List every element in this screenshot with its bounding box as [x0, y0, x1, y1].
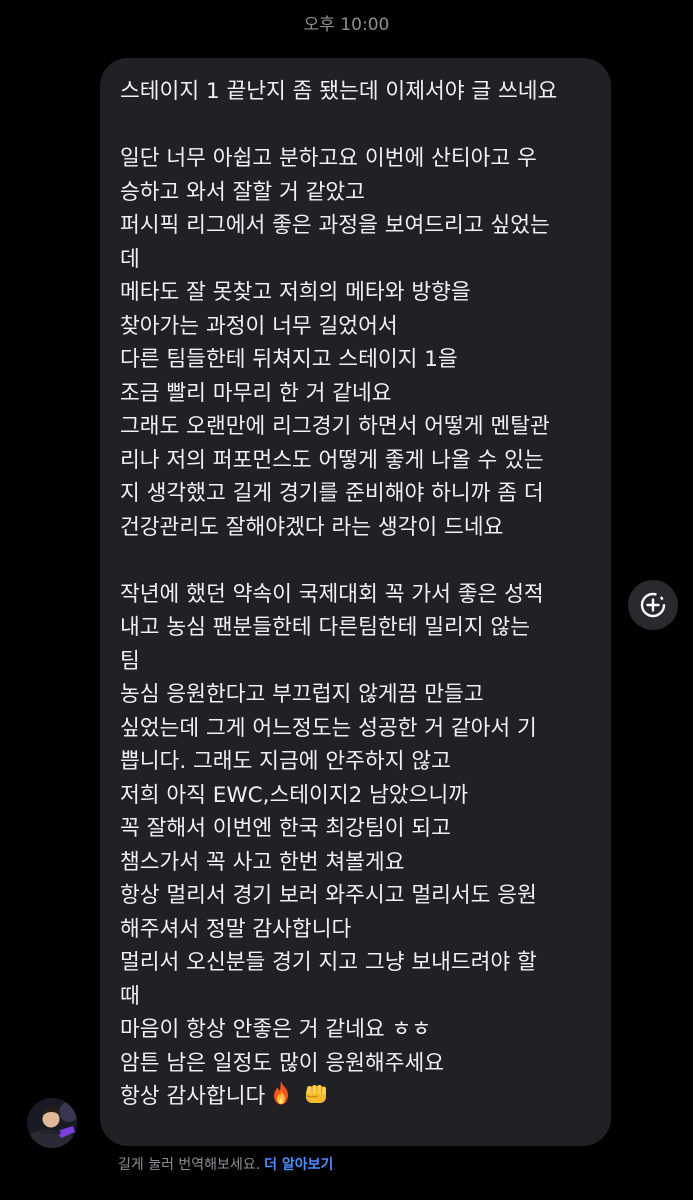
message-line: 일단 너무 아쉽고 분하고요 이번에 산티아고 우 — [120, 146, 537, 171]
message-last-line-text: 항상 감사합니다 — [120, 1084, 266, 1109]
message-line — [120, 544, 595, 578]
message-line: 때 — [120, 983, 140, 1009]
add-circle-icon — [640, 592, 666, 618]
message-line: 지 생각했고 길게 경기를 준비해야 하니까 좀 더 — [120, 481, 544, 506]
message-line: 데 — [120, 246, 140, 272]
message-line: 건강관리도 잘해야겠다 라는 생각이 드네요 — [120, 514, 504, 540]
add-reaction-button[interactable] — [628, 580, 678, 630]
fire-emoji — [274, 1081, 289, 1105]
fist-emoji — [306, 1085, 327, 1103]
learn-more-link[interactable]: 더 알아보기 — [264, 1157, 333, 1173]
translate-hint-text: 길게 눌러 번역해보세요. — [118, 1157, 261, 1173]
message-line: 쁩니다. 그래도 지금에 안주하지 않고 — [120, 749, 451, 774]
message-line: 싶었는데 그게 어느정도는 성공한 거 같아서 기 — [120, 715, 537, 741]
message-line: 해주셔서 정말 감사합니다 — [120, 916, 352, 942]
message-line: 챔스가서 꼭 사고 한번 쳐볼게요 — [120, 849, 405, 875]
message-line: 그래도 오랜만에 리그경기 하면서 어떻게 멘탈관 — [120, 414, 550, 439]
sender-avatar[interactable] — [27, 1098, 77, 1148]
message-text: 스테이지 1 끝난지 좀 됐는데 이제서야 글 쓰네요일단 너무 아쉽고 분하고… — [120, 75, 595, 1080]
message-line: 마음이 항상 안좋은 거 같네요 ㅎㅎ — [120, 1017, 432, 1042]
avatar-image — [27, 1098, 77, 1148]
message-line: 멀리서 오신분들 경기 지고 그냥 보내드려야 할 — [120, 950, 537, 975]
message-line: 꼭 잘해서 이번엔 한국 최강팀이 되고 — [120, 816, 451, 841]
translate-hint: 길게 눌러 번역해보세요. 더 알아보기 — [118, 1154, 333, 1174]
message-line: 팀 — [120, 648, 140, 674]
message-line: 메타도 잘 못찾고 저희의 메타와 방향을 — [120, 280, 471, 305]
message-line: 다른 팀들한테 뒤쳐지고 스테이지 1을 — [120, 347, 458, 372]
message-line: 승하고 와서 잘할 거 같았고 — [120, 179, 365, 205]
message-line: 리나 저의 퍼포먼스도 어떻게 좋게 나올 수 있는 — [120, 447, 544, 473]
message-line — [120, 109, 595, 143]
message-bubble[interactable]: 스테이지 1 끝난지 좀 됐는데 이제서야 글 쓰네요일단 너무 아쉽고 분하고… — [100, 58, 611, 1146]
message-line: 조금 빨리 마무리 한 거 같네요 — [120, 380, 392, 406]
message-line-last: 항상 감사합니다 — [120, 1080, 595, 1114]
message-timestamp: 오후 10:00 — [303, 15, 390, 35]
message-line: 암튼 남은 일정도 많이 응원해주세요 — [120, 1050, 445, 1076]
message-line: 스테이지 1 끝난지 좀 됐는데 이제서야 글 쓰네요 — [120, 79, 558, 104]
message-line: 저희 아직 EWC,스테이지2 남았으니까 — [120, 782, 469, 808]
message-line: 찾아가는 과정이 너무 길었어서 — [120, 313, 398, 339]
message-line: 작년에 했던 약속이 국제대회 꼭 가서 좋은 성적 — [120, 581, 544, 607]
message-line: 농심 응원한다고 부끄럽지 않게끔 만들고 — [120, 682, 484, 707]
message-line: 항상 멀리서 경기 보러 와주시고 멀리서도 응원 — [120, 883, 537, 908]
message-line: 퍼시픽 리그에서 좋은 과정을 보여드리고 싶었는 — [120, 213, 550, 238]
message-line: 내고 농심 팬분들한테 다른팀한테 밀리지 않는 — [120, 615, 530, 640]
